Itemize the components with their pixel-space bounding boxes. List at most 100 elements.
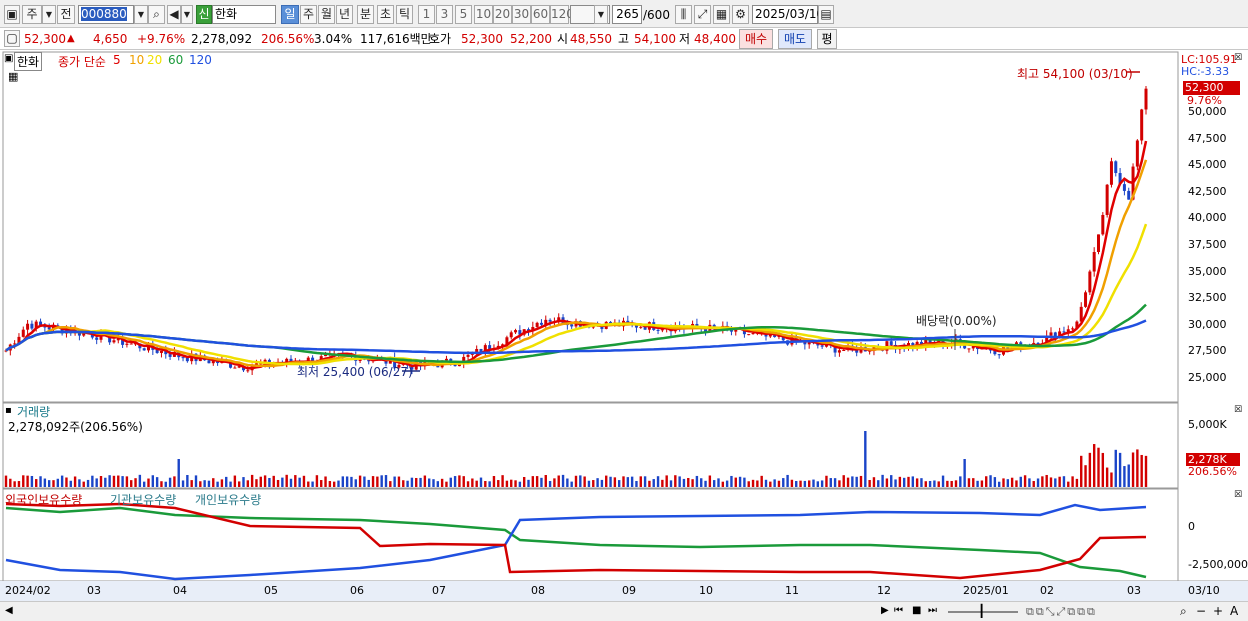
zoom-in-icon[interactable]: + [1213, 604, 1223, 618]
tab-interval-0[interactable]: 1 [418, 5, 435, 24]
candle-body [1114, 161, 1118, 174]
volume-panel-icon[interactable]: ▪ [5, 405, 12, 416]
volume-bar [872, 477, 876, 487]
candle-body [1144, 88, 1148, 110]
volume-bar [86, 479, 90, 487]
code-input[interactable]: 000880 [78, 5, 134, 24]
volume-bar [4, 475, 8, 487]
volume-bar [665, 475, 668, 487]
y-tick: 32,500 [1188, 291, 1227, 305]
interval-dropdown-icon[interactable]: ▼ [594, 5, 608, 24]
volume-bar [151, 475, 155, 487]
tab-interval-3[interactable]: 10 [474, 5, 493, 24]
ma-legend-0[interactable]: 5 [113, 53, 121, 67]
price-close-icon[interactable]: ☒ [1234, 53, 1242, 63]
market-select[interactable]: 주 [22, 5, 42, 24]
tab-period-6[interactable]: 틱 [396, 5, 413, 24]
holdings-legend-0[interactable]: 외국인보유수량 [5, 491, 82, 508]
tab-interval-1[interactable]: 3 [436, 5, 453, 24]
volume-bar [402, 480, 405, 487]
x-tick: 07 [432, 584, 446, 597]
zoom-handle-icon[interactable]: ┃ [978, 604, 985, 618]
zoom-icon[interactable]: ⌕ [1180, 604, 1187, 619]
search-icon[interactable]: ⌕ [148, 5, 165, 24]
tool-icons[interactable]: ⧉⧉⤡⤢⧉⧉⧉ [1026, 605, 1097, 619]
volume-bar [829, 478, 832, 487]
speaker-icon[interactable]: ◀ [167, 5, 181, 24]
tab-period-5[interactable]: 초 [377, 5, 394, 24]
ma-legend-2[interactable]: 20 [147, 53, 162, 67]
gear-icon[interactable]: ⚙ [732, 5, 749, 24]
volume-bar [259, 476, 262, 487]
x-tick: 09 [622, 584, 636, 597]
calendar-icon[interactable]: ▤ [818, 5, 834, 24]
volume-bar [1071, 476, 1074, 487]
volume-bar [488, 481, 491, 487]
chevron-down-icon[interactable]: ▼ [42, 5, 56, 24]
buy-button[interactable]: 매수 [739, 29, 773, 49]
volume-bar [911, 476, 915, 487]
scroll-left-icon[interactable]: ◀ [5, 605, 13, 616]
volume-bar [43, 478, 47, 487]
count-input[interactable]: 265 [612, 5, 642, 24]
prev-button[interactable]: 전 [57, 5, 75, 24]
tab-interval-6[interactable]: 60 [531, 5, 550, 24]
panel-menu-icon[interactable]: ▣ [4, 53, 13, 64]
chart-area[interactable]: ▣ 한화 종가 단순 5 10 20 60 120 ▦ LC:105.91 HC:-3.… [0, 50, 1248, 602]
holdings-legend-1[interactable]: 기관보유수량 [110, 491, 176, 508]
volume-bar [579, 475, 582, 487]
ma-legend-1[interactable]: 10 [129, 53, 144, 67]
draw-tool-icon[interactable]: ⤢ [694, 5, 711, 24]
tab-period-4[interactable]: 분 [357, 5, 374, 24]
sell-button[interactable]: 매도 [778, 29, 812, 49]
volume-bar [868, 480, 871, 487]
ma-line-10 [5, 159, 1148, 368]
volume-bar [1114, 449, 1117, 487]
volume-close-icon[interactable]: ☒ [1234, 405, 1242, 415]
candle-body [997, 354, 1001, 356]
candle-body [837, 350, 841, 353]
save-icon[interactable]: ▦ [713, 5, 730, 24]
date-input[interactable]: 2025/03/10 [752, 5, 824, 24]
volume-bar [600, 479, 604, 487]
volume-bar [898, 476, 902, 487]
quote-turnover: 3.04% [314, 32, 353, 46]
tab-period-0[interactable]: 일 [281, 5, 299, 24]
holdings-legend-2[interactable]: 개인보유수량 [195, 491, 261, 508]
volume-bar [561, 474, 565, 487]
volume-bar [1144, 455, 1148, 487]
tab-period-2[interactable]: 월 [318, 5, 335, 24]
stock-name-field[interactable]: 한화 [212, 5, 276, 24]
candle-body [747, 334, 751, 336]
tab-interval-2[interactable]: 5 [455, 5, 472, 24]
table-icon[interactable]: ▦ [8, 70, 18, 83]
scroll-right-icon[interactable]: ▶ [881, 605, 889, 616]
holdings-close-icon[interactable]: ☒ [1234, 490, 1242, 500]
volume-value: 2,278,092주(206.56%) [8, 420, 143, 434]
y-tick: 40,000 [1188, 211, 1227, 225]
volume-bar [147, 478, 150, 487]
ma-legend-4[interactable]: 120 [189, 53, 212, 67]
candle-body [1127, 190, 1131, 200]
tab-interval-5[interactable]: 30 [512, 5, 531, 24]
tab-period-1[interactable]: 주 [300, 5, 317, 24]
speaker-dropdown-icon[interactable]: ▼ [181, 5, 193, 24]
last-icon[interactable]: ⏭ [928, 605, 937, 616]
font-icon[interactable]: A [1230, 604, 1238, 618]
volume-bar [320, 480, 323, 487]
ma-legend-3[interactable]: 60 [168, 53, 183, 67]
tab-period-3[interactable]: 년 [336, 5, 353, 24]
candle-type-icon[interactable]: ⫼ [675, 5, 692, 24]
first-icon[interactable]: ⏮ [894, 605, 903, 616]
x-tick: 10 [699, 584, 713, 597]
layout-icon[interactable]: ▣ [4, 5, 20, 24]
x-tick: 12 [877, 584, 891, 597]
x-tick: 02 [1040, 584, 1054, 597]
eval-button[interactable]: 평 [817, 29, 837, 49]
checkbox-icon[interactable]: ▢ [4, 30, 20, 47]
zoom-out-icon[interactable]: − [1196, 604, 1206, 618]
stop-icon[interactable]: ■ [912, 605, 921, 616]
tab-interval-7[interactable]: 120 [550, 5, 574, 24]
code-dropdown-icon[interactable]: ▼ [134, 5, 148, 24]
tab-interval-4[interactable]: 20 [493, 5, 512, 24]
